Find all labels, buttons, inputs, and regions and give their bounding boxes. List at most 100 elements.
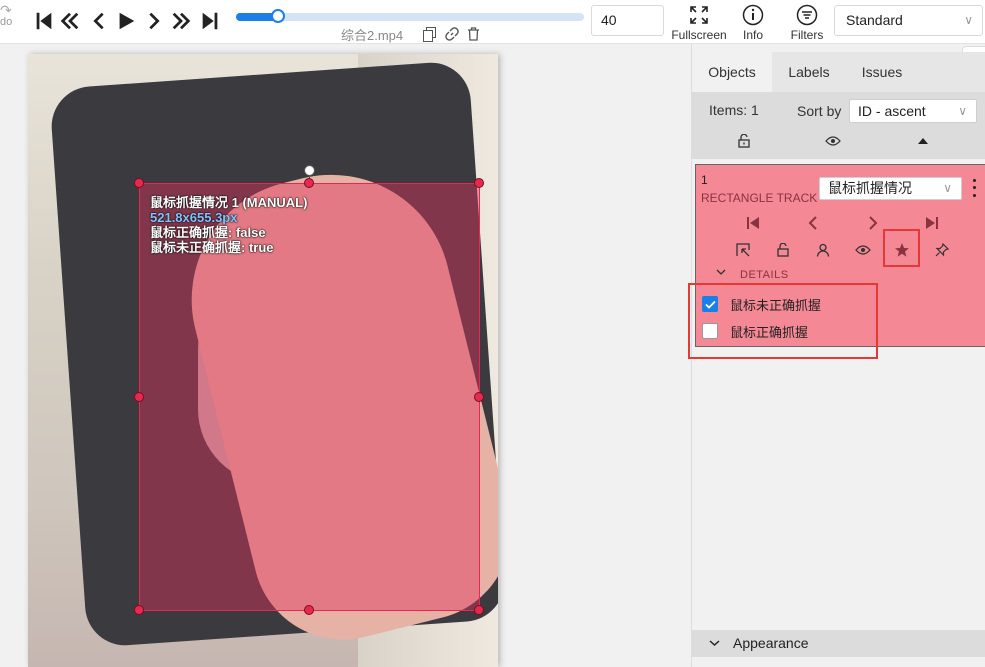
highlight-box-star (883, 229, 920, 267)
objects-header: Items: 1 Sort by ID - ascent ∨ (692, 92, 985, 159)
info-button[interactable]: Info (725, 2, 781, 42)
copy-link-button[interactable] (443, 26, 460, 42)
redo-button[interactable]: ↷ do (0, 2, 20, 28)
object-type: RECTANGLE TRACK (701, 191, 818, 205)
appearance-label: Appearance (733, 635, 809, 651)
skip-forward-icon (202, 12, 218, 30)
lock-all-button[interactable] (735, 133, 753, 149)
frame-slider-thumb[interactable] (270, 9, 285, 23)
resize-handle-top-left[interactable] (134, 178, 144, 188)
details-label: DETAILS (740, 269, 789, 281)
resize-handle-right[interactable] (474, 392, 484, 402)
object-first-keyframe-button[interactable] (742, 212, 764, 234)
object-lock-button[interactable] (772, 239, 794, 261)
next-frame-button[interactable] (142, 9, 166, 33)
redo-icon: ↷ (0, 2, 12, 18)
double-chevron-left-icon (60, 12, 79, 30)
workspace-select[interactable]: Standard ∨ (834, 5, 983, 36)
object-outside-button[interactable] (732, 239, 754, 261)
frame-number-input[interactable]: 40 (591, 5, 664, 36)
annotation-attr-line: 鼠标未正确抓握: true (150, 240, 274, 255)
info-icon (742, 4, 764, 26)
tab-labels[interactable]: Labels (776, 52, 842, 92)
collapse-all-button[interactable] (914, 133, 932, 149)
resize-handle-left[interactable] (134, 392, 144, 402)
highlight-box-attributes (688, 283, 878, 359)
skip-back-icon (747, 217, 759, 229)
filters-label: Filters (790, 28, 824, 42)
object-item[interactable]: 1 RECTANGLE TRACK 鼠标抓握情况 ∨ DETAILS 鼠标未正确… (688, 164, 985, 359)
skip-back-icon (36, 12, 52, 30)
object-label-select[interactable]: 鼠标抓握情况 ∨ (819, 177, 962, 200)
top-toolbar: ↷ do 综合2.mp4 40 Fullscreen Info Filters … (0, 0, 985, 44)
trash-icon (468, 27, 479, 41)
user-icon (816, 243, 830, 257)
details-toggle[interactable]: DETAILS (716, 267, 789, 281)
annotation-attr-line: 鼠标正确抓握: false (150, 225, 266, 240)
eye-icon (855, 245, 871, 255)
chevron-down-icon: ∨ (943, 181, 952, 195)
resize-handle-bottom-left[interactable] (134, 605, 144, 615)
first-frame-button[interactable] (32, 9, 56, 33)
redo-label: do (0, 16, 13, 28)
chevron-down-icon: ∨ (964, 13, 973, 27)
rotation-handle[interactable] (304, 165, 315, 176)
tab-issues[interactable]: Issues (849, 52, 915, 92)
last-frame-button[interactable] (198, 9, 222, 33)
objects-sidebar: Objects Labels Issues Items: 1 Sort by I… (688, 44, 985, 667)
chevron-left-icon (808, 216, 817, 230)
resize-handle-bottom[interactable] (304, 605, 314, 615)
resize-handle-bottom-right[interactable] (474, 605, 484, 615)
frame-slider[interactable] (236, 9, 584, 23)
object-label-value: 鼠标抓握情况 (828, 180, 912, 196)
chevron-right-icon (149, 12, 160, 30)
sort-select[interactable]: ID - ascent ∨ (849, 99, 977, 123)
filters-button[interactable]: Filters (779, 2, 835, 42)
sort-value: ID - ascent (858, 103, 926, 119)
object-id: 1 (701, 173, 708, 187)
object-last-keyframe-button[interactable] (921, 212, 943, 234)
play-button[interactable] (114, 9, 138, 33)
chevron-right-icon (869, 216, 878, 230)
chevron-down-icon (716, 267, 726, 279)
info-label: Info (742, 28, 763, 42)
fullscreen-icon (690, 6, 708, 24)
object-menu-button[interactable] (968, 177, 980, 199)
annotation-text-overlay: 鼠标抓握情况 1 (MANUAL) 521.8x655.3px 鼠标正确抓握: … (150, 195, 307, 255)
object-visibility-button[interactable] (852, 239, 874, 261)
workspace-value: Standard (846, 12, 903, 28)
copy-icon (423, 26, 436, 42)
double-chevron-right-icon (172, 12, 191, 30)
skip-forward-icon (926, 217, 938, 229)
items-count: Items: 1 (709, 102, 759, 118)
tab-objects[interactable]: Objects (692, 52, 772, 92)
resize-handle-top[interactable] (304, 178, 314, 188)
chevron-left-icon (93, 12, 104, 30)
annotation-dimensions: 521.8x655.3px (150, 210, 238, 225)
eye-icon (825, 136, 841, 146)
unlock-icon (777, 243, 789, 257)
fast-forward-button[interactable] (169, 9, 193, 33)
previous-frame-button[interactable] (87, 9, 111, 33)
object-next-keyframe-button[interactable] (862, 212, 884, 234)
select-outside-icon (736, 243, 750, 257)
show-all-button[interactable] (824, 133, 842, 149)
play-icon (119, 12, 135, 30)
appearance-section-toggle[interactable]: Appearance (692, 630, 985, 657)
object-pin-button[interactable] (931, 239, 953, 261)
object-prev-keyframe-button[interactable] (802, 212, 824, 234)
fullscreen-label: Fullscreen (671, 28, 727, 42)
chevron-down-icon (709, 630, 720, 657)
fast-backward-button[interactable] (58, 9, 82, 33)
fullscreen-button[interactable]: Fullscreen (671, 2, 727, 42)
chevron-down-icon: ∨ (958, 104, 967, 118)
resize-handle-top-right[interactable] (474, 178, 484, 188)
annotation-title: 鼠标抓握情况 1 (MANUAL) (150, 195, 308, 210)
unlock-icon (738, 134, 750, 148)
object-occluded-button[interactable] (812, 239, 834, 261)
copy-filename-button[interactable] (421, 26, 438, 42)
filter-icon (796, 4, 818, 26)
caret-up-icon (918, 138, 928, 144)
delete-frame-button[interactable] (465, 26, 482, 42)
sidebar-tabs: Objects Labels Issues (692, 52, 985, 92)
